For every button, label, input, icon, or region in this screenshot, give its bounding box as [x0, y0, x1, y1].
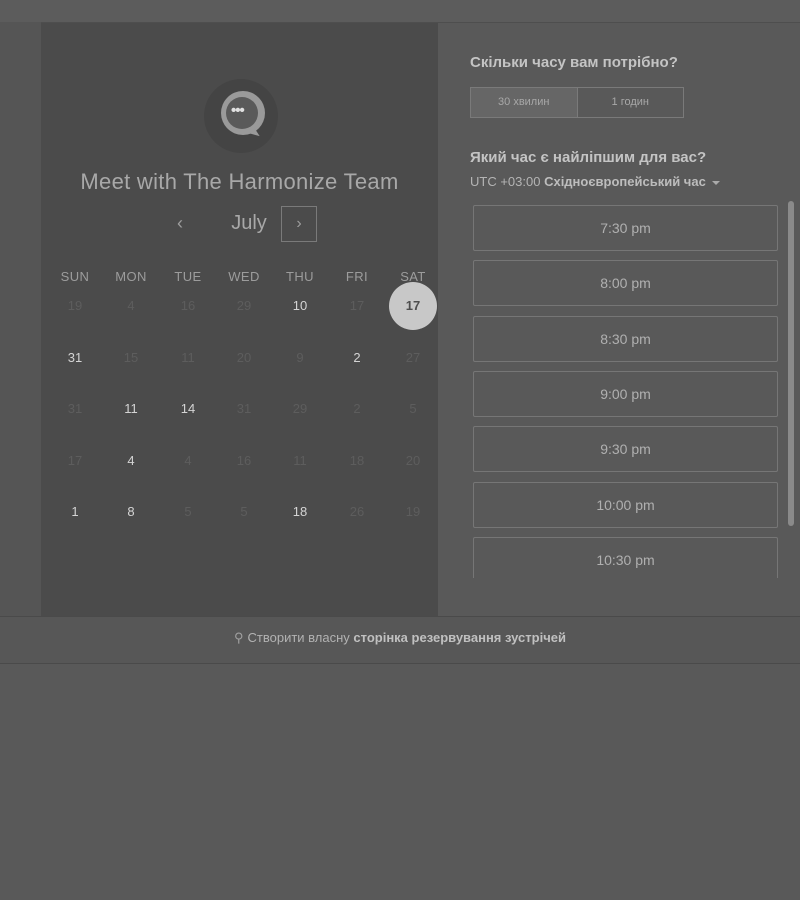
logo-tail [250, 124, 262, 137]
time-slot-list: 7:30 pm 8:00 pm 8:30 pm 9:00 pm 9:30 pm 10:00… [473, 205, 780, 578]
calendar-day: 15 [123, 350, 139, 365]
footer-prefix: Створити власну [247, 630, 354, 645]
calendar-day[interactable]: 4 [107, 437, 155, 485]
time-slot-button[interactable]: 9:00 pm [473, 370, 778, 417]
duration-selector: 30 хвилин 1 годин [470, 87, 684, 118]
calendar-day[interactable]: 8 [107, 488, 155, 536]
calendar-day: 27 [405, 350, 421, 365]
create-booking-page-link[interactable]: сторінка резервування зустрічей [353, 630, 566, 645]
slot-list-scrollbar[interactable] [788, 201, 794, 526]
caret-down-icon [711, 180, 720, 185]
calendar-title: Meet with The Harmonize Team [80, 169, 399, 194]
calendar-day: 5 [240, 504, 248, 519]
month-label: July [231, 212, 267, 234]
calendar-day: 18 [349, 453, 365, 468]
timezone-name: Східноєвропейський час [544, 174, 706, 189]
footer-cta: ⚲ Створити власну сторінка резервування з… [0, 630, 800, 646]
duration-30-min-button[interactable]: 30 хвилин [471, 88, 578, 117]
booking-panel: Скільки часу вам потрібно? 30 хвилин 1 г… [438, 23, 800, 616]
time-slot-button[interactable]: 9:30 pm [473, 426, 778, 473]
timezone-offset: UTC +03:00 [470, 174, 541, 189]
calendar-day: 2 [353, 401, 361, 416]
time-slot-button[interactable]: 8:00 pm [473, 260, 778, 307]
calendar-day: 16 [180, 298, 196, 313]
calendar-day: 17 [349, 298, 365, 313]
calendar-day: 20 [405, 453, 421, 468]
calendar-day: 16 [236, 453, 252, 468]
calendar-day: 20 [236, 350, 252, 365]
calendar-day[interactable]: 31 [51, 334, 99, 382]
calendar-day: 4 [184, 453, 192, 468]
calendar-day[interactable]: 10 [276, 282, 324, 330]
calendar-panel: ••• Meet with The Harmonize Team ‹ July … [41, 23, 438, 616]
calendar-day: 11 [181, 350, 195, 365]
calendar-day[interactable]: 2 [333, 334, 381, 382]
time-slot-button[interactable]: 10:30 pm [473, 536, 778, 578]
calendar-day: 26 [349, 504, 365, 519]
hubspot-sprocket-icon: ⚲ [234, 630, 244, 645]
time-question: Який час є найліпшим для вас? [470, 149, 707, 166]
month-navigation: ‹ July › [41, 204, 438, 244]
chat-logo-icon: ••• [204, 79, 278, 153]
calendar-day[interactable]: 1 [51, 488, 99, 536]
page-background-left [0, 22, 41, 662]
calendar-day[interactable]: 11 [107, 385, 155, 433]
calendar-day: 11 [293, 453, 307, 468]
selected-day[interactable]: 17 [389, 282, 437, 330]
time-slot-button[interactable]: 8:30 pm [473, 315, 778, 362]
top-bar [0, 0, 800, 23]
timezone-selector[interactable]: UTC +03:00 Східноєвропейський час [470, 174, 720, 189]
calendar-day: 29 [292, 401, 308, 416]
calendar-day[interactable]: 18 [276, 488, 324, 536]
calendar-day: 17 [67, 453, 83, 468]
calendar-day: 5 [409, 401, 417, 416]
calendar-day: 31 [67, 401, 83, 416]
calendar-day[interactable]: 14 [164, 385, 212, 433]
calendar-day: 5 [184, 504, 192, 519]
calendar-day: 4 [127, 298, 135, 313]
calendar-day: 29 [236, 298, 252, 313]
duration-1-hour-button[interactable]: 1 годин [578, 88, 684, 117]
next-month-button[interactable]: › [281, 206, 317, 242]
prev-month-button[interactable]: ‹ [168, 212, 192, 236]
calendar-day: 19 [405, 504, 421, 519]
calendar-day: 9 [296, 350, 304, 365]
logo-dots: ••• [231, 102, 245, 119]
calendar-day: 19 [67, 298, 83, 313]
calendar-day: 31 [236, 401, 252, 416]
duration-question: Скільки часу вам потрібно? [470, 54, 678, 71]
time-slot-button[interactable]: 7:30 pm [473, 205, 778, 251]
time-slot-button[interactable]: 10:00 pm [473, 481, 778, 528]
